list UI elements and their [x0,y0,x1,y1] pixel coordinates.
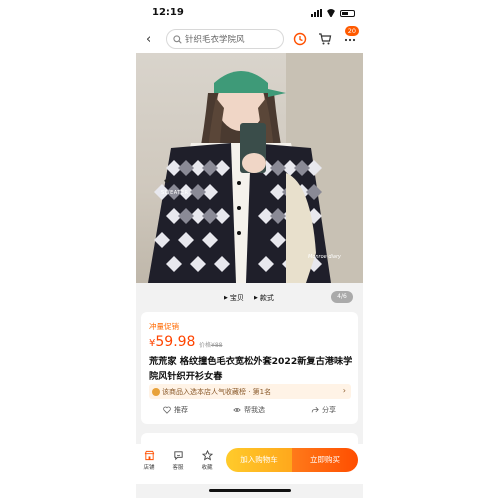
rank-text: 该商品入选本店人气收藏榜 · 第1名 [162,387,272,396]
original-price: 价格¥88 [199,340,222,349]
tab-style-label: 款式 [259,294,274,302]
page-indicator: 4/6 [331,291,353,303]
search-icon [173,34,182,44]
status-time: 12:19 [152,7,184,18]
cart-icon[interactable] [318,32,332,46]
rank-banner[interactable]: 该商品入选本店人气收藏榜 · 第1名 › [149,384,351,399]
phone-screen: 12:19 ‹ 针织毛衣学院风 20 ❤ SWEATER Monroe diar… [136,0,363,498]
search-bar[interactable]: 针织毛衣学院风 [166,29,284,49]
star-icon [201,450,213,461]
help-me-choose-button[interactable]: 帮我选 [233,405,265,415]
customer-service-label: 客服 [172,465,184,471]
cart-badge: 20 [344,26,359,36]
chevron-right-icon: › [342,386,346,395]
promo-label: 冲量促销 [149,322,179,331]
product-title[interactable]: 荒荒家 格纹撞色毛衣宽松外套2022新复古港味学院风针织开衫女春 [149,354,354,384]
favorite-label: 收藏 [201,465,213,471]
top-nav: ‹ 针织毛衣学院风 20 [136,26,363,53]
shop-button[interactable]: 店铺 [138,450,160,471]
home-indicator [209,489,291,492]
recommend-label: 推荐 [174,406,188,414]
play-icon: ▶ [224,295,228,301]
share-label: 分享 [322,406,336,414]
eye-icon [233,408,241,412]
battery-icon [340,9,355,17]
gallery-tabs: ▶ 宝贝 ▶ 款式 4/6 [136,283,363,308]
play-icon: ▶ [254,295,258,301]
tab-baby-label: 宝贝 [229,294,244,302]
photo-overlay-text: SWEATER [161,190,189,196]
heart-icon [163,406,171,414]
search-placeholder: 针织毛衣学院风 [185,35,245,45]
tab-style[interactable]: ▶ 款式 [254,293,274,303]
shop-icon [144,450,154,461]
price: ¥59.98 [149,334,195,350]
favorite-button[interactable]: 收藏 [196,450,218,471]
help-me-choose-label: 帮我选 [244,406,265,414]
wifi-icon [326,9,336,17]
photo-overlay-heart: ❤ [164,178,170,186]
status-icons [311,9,355,17]
customer-service-button[interactable]: 客服 [167,450,189,471]
status-bar: 12:19 [136,0,363,27]
back-icon[interactable]: ‹ [146,32,151,47]
history-icon[interactable] [293,32,307,46]
product-photo[interactable]: ❤ SWEATER [136,53,363,283]
photo-overlay-signature: Monroe diary [308,254,341,260]
add-to-cart-button[interactable]: 加入购物车 [226,448,292,472]
price-value: 59.98 [155,334,196,350]
signal-icon [311,9,322,17]
medal-icon [152,387,160,396]
shop-label: 店铺 [143,465,155,471]
share-icon [311,406,319,413]
bottom-action-bar: 店铺 客服 收藏 加入购物车 立即购买 [136,444,363,484]
product-info-card: 冲量促销 ¥59.98 价格¥88 荒荒家 格纹撞色毛衣宽松外套2022新复古港… [141,312,358,424]
buy-now-button[interactable]: 立即购买 [292,448,358,472]
product-photo-illustration [148,53,363,283]
original-price-value: ¥88 [211,342,223,349]
tab-baby[interactable]: ▶ 宝贝 [224,293,244,303]
chat-icon [173,451,183,461]
share-button[interactable]: 分享 [311,405,336,415]
recommend-button[interactable]: 推荐 [163,405,188,415]
original-price-label: 价格 [199,342,212,349]
action-row: 推荐 帮我选 分享 [141,404,358,418]
